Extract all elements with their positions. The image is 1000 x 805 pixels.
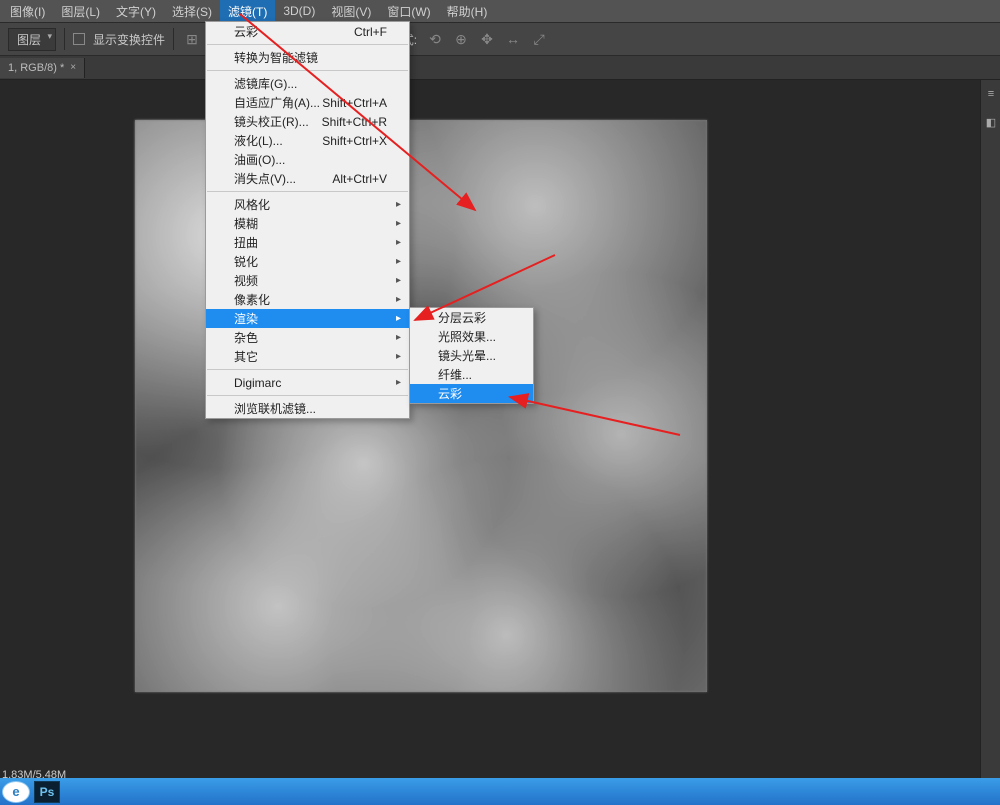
show-transform-checkbox[interactable] — [73, 33, 85, 45]
filter-blur[interactable]: 模糊 — [206, 214, 409, 233]
filter-digimarc[interactable]: Digimarc — [206, 373, 409, 392]
3d-slide-icon[interactable]: ↔ — [503, 29, 523, 49]
options-bar: 图层 显示变换控件 ⊞ ⊟ ┆ ┊ ╬ ▥ 3D 模式: ⟲ ⊕ ✥ ↔ ⤢ — [0, 22, 1000, 56]
filter-stylize[interactable]: 风格化 — [206, 195, 409, 214]
render-clouds[interactable]: 云彩 — [410, 384, 533, 403]
photoshop-taskbar-icon[interactable]: Ps — [34, 781, 60, 803]
menu-window[interactable]: 窗口(W) — [379, 0, 438, 23]
menu-image[interactable]: 图像(I) — [2, 0, 53, 23]
3d-scale-icon[interactable]: ⤢ — [529, 29, 549, 49]
panel-icon-1[interactable]: ≡ — [981, 80, 1000, 108]
filter-browse-online[interactable]: 浏览联机滤镜... — [206, 399, 409, 418]
filter-last[interactable]: 云彩Ctrl+F — [206, 22, 409, 41]
filter-oil-paint[interactable]: 油画(O)... — [206, 150, 409, 169]
menu-text[interactable]: 文字(Y) — [108, 0, 164, 23]
render-submenu: 分层云彩 光照效果... 镜头光晕... 纤维... 云彩 — [409, 307, 534, 404]
filter-vanishing-point[interactable]: 消失点(V)...Alt+Ctrl+V — [206, 169, 409, 188]
right-panel-collapsed: ≡ ◧ — [980, 80, 1000, 778]
render-fibers[interactable]: 纤维... — [410, 365, 533, 384]
menu-help[interactable]: 帮助(H) — [439, 0, 496, 23]
filter-video[interactable]: 视频 — [206, 271, 409, 290]
filter-noise[interactable]: 杂色 — [206, 328, 409, 347]
filter-pixelate[interactable]: 像素化 — [206, 290, 409, 309]
filter-other[interactable]: 其它 — [206, 347, 409, 366]
menubar: 图像(I) 图层(L) 文字(Y) 选择(S) 滤镜(T) 3D(D) 视图(V… — [0, 0, 1000, 22]
filter-distort[interactable]: 扭曲 — [206, 233, 409, 252]
ie-icon[interactable]: e — [2, 781, 30, 803]
render-lighting[interactable]: 光照效果... — [410, 327, 533, 346]
menu-filter[interactable]: 滤镜(T) — [220, 0, 275, 23]
render-lens-flare[interactable]: 镜头光晕... — [410, 346, 533, 365]
document-tab[interactable]: 1, RGB/8) * × — [0, 58, 85, 78]
align-icon-1[interactable]: ⊞ — [182, 29, 202, 49]
filter-sharpen[interactable]: 锐化 — [206, 252, 409, 271]
document-tab-bar: 1, RGB/8) * × — [0, 56, 1000, 80]
3d-orbit-icon[interactable]: ⟲ — [425, 29, 445, 49]
3d-pan-icon[interactable]: ✥ — [477, 29, 497, 49]
canvas-area — [0, 80, 1000, 778]
tab-title: 1, RGB/8) * — [8, 62, 64, 74]
filter-liquify[interactable]: 液化(L)...Shift+Ctrl+X — [206, 131, 409, 150]
menu-view[interactable]: 视图(V) — [323, 0, 379, 23]
filter-menu: 云彩Ctrl+F 转换为智能滤镜 滤镜库(G)... 自适应广角(A)...Sh… — [205, 21, 410, 419]
menu-layer[interactable]: 图层(L) — [53, 0, 108, 23]
filter-adaptive-wide[interactable]: 自适应广角(A)...Shift+Ctrl+A — [206, 93, 409, 112]
menu-3d[interactable]: 3D(D) — [275, 1, 323, 21]
filter-render[interactable]: 渲染 — [206, 309, 409, 328]
windows-taskbar: e Ps — [0, 778, 1000, 805]
render-difference-clouds[interactable]: 分层云彩 — [410, 308, 533, 327]
filter-convert-smart[interactable]: 转换为智能滤镜 — [206, 48, 409, 67]
show-transform-label: 显示变换控件 — [93, 31, 165, 48]
filter-lens-correction[interactable]: 镜头校正(R)...Shift+Ctrl+R — [206, 112, 409, 131]
3d-roll-icon[interactable]: ⊕ — [451, 29, 471, 49]
close-icon[interactable]: × — [70, 62, 76, 73]
menu-select[interactable]: 选择(S) — [164, 0, 220, 23]
layer-dropdown[interactable]: 图层 — [8, 28, 56, 51]
panel-icon-2[interactable]: ◧ — [981, 108, 1000, 136]
filter-gallery[interactable]: 滤镜库(G)... — [206, 74, 409, 93]
